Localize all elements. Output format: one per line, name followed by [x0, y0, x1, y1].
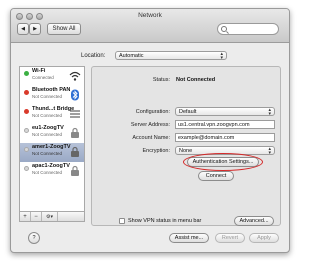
vpn-lock-icon — [71, 127, 79, 138]
popup-arrows-icon: ▴ ▾ — [268, 107, 271, 117]
service-detail-panel: Status: Not Connected Configuration: Def… — [91, 66, 281, 226]
location-label: Location: — [81, 53, 106, 59]
chevron-left-icon: ◀ — [21, 26, 25, 32]
assist-me-button[interactable]: Assist me... — [169, 233, 209, 243]
service-status: Not Connected — [32, 132, 63, 137]
chevron-right-icon: ▶ — [33, 26, 37, 32]
server-address-value: us1.central.vpn.zoogvpn.com — [178, 121, 250, 128]
account-name-field[interactable]: example@domain.com — [175, 133, 275, 142]
popup-arrows-icon: ▴ ▾ — [268, 146, 271, 156]
connect-button[interactable]: Connect — [198, 171, 234, 181]
status-dot — [24, 128, 29, 133]
highlight-ellipse — [183, 153, 263, 171]
service-item-apac1-zoogtv[interactable]: apac1-ZoogTV Not Connected — [20, 162, 84, 181]
search-icon — [221, 26, 227, 32]
gear-menu-button[interactable]: ⚙▾ — [42, 212, 58, 221]
help-button[interactable]: ? — [28, 232, 40, 244]
vpn-lock-icon — [71, 146, 79, 157]
location-value: Automatic — [119, 52, 144, 59]
help-icon: ? — [32, 235, 36, 241]
title-bar: Network ◀ ▶ Show All — [11, 9, 289, 43]
server-address-field[interactable]: us1.central.vpn.zoogvpn.com — [175, 120, 275, 129]
service-name: Thund...t Bridge — [32, 106, 75, 112]
status-dot — [24, 71, 29, 76]
search-input[interactable] — [217, 23, 279, 35]
service-item-thunderbolt-bridge[interactable]: Thund...t Bridge Not Connected — [20, 105, 84, 124]
service-item-eu1-zoogtv[interactable]: eu1-ZoogTV Not Connected — [20, 124, 84, 143]
network-window: Network ◀ ▶ Show All Location: Automatic… — [10, 8, 290, 253]
status-dot — [24, 109, 29, 114]
status-dot — [24, 147, 29, 152]
account-name-label: Account Name: — [132, 135, 170, 141]
revert-button[interactable]: Revert — [215, 233, 245, 243]
encryption-label: Encryption: — [142, 148, 170, 154]
status-dot — [24, 166, 29, 171]
location-popup[interactable]: Automatic ▴ ▾ — [115, 51, 227, 61]
vpn-lock-icon — [71, 165, 79, 176]
service-name: Bluetooth PAN — [32, 87, 71, 93]
service-status: Not Connected — [32, 94, 63, 99]
service-list-toolbar: + − ⚙▾ — [19, 212, 85, 222]
configuration-value: Default — [179, 108, 197, 115]
service-name: amer1-ZoogTV — [32, 144, 71, 150]
back-button[interactable]: ◀ — [17, 23, 29, 35]
configuration-popup[interactable]: Default ▴ ▾ — [175, 107, 275, 117]
service-status: Not Connected — [32, 170, 63, 175]
service-item-bluetooth[interactable]: Bluetooth PAN Not Connected — [20, 86, 84, 105]
add-service-button[interactable]: + — [20, 212, 31, 221]
encryption-value: None — [179, 147, 193, 154]
forward-button[interactable]: ▶ — [29, 23, 41, 35]
apply-button[interactable]: Apply — [249, 233, 279, 243]
service-name: Wi-Fi — [32, 68, 46, 74]
show-all-button[interactable]: Show All — [47, 23, 81, 35]
service-list[interactable]: Wi-Fi Connected Bluetooth PAN Not Connec… — [19, 66, 85, 212]
status-value: Not Connected — [176, 77, 216, 83]
window-title: Network — [138, 12, 162, 19]
service-item-wifi[interactable]: Wi-Fi Connected — [20, 67, 84, 86]
advanced-button[interactable]: Advanced... — [234, 216, 274, 226]
status-label: Status: — [152, 77, 170, 83]
popup-arrows-icon: ▴ ▾ — [220, 51, 223, 61]
server-address-label: Server Address: — [130, 122, 170, 128]
remove-service-button[interactable]: − — [31, 212, 42, 221]
service-name: apac1-ZoogTV — [32, 163, 70, 169]
service-status: Not Connected — [32, 113, 63, 118]
show-vpn-status-label: Show VPN status in menu bar — [128, 218, 202, 224]
configuration-label: Configuration: — [135, 109, 170, 115]
bluetooth-icon — [71, 89, 79, 101]
wifi-icon — [69, 71, 81, 81]
show-vpn-status-checkbox[interactable] — [119, 218, 125, 224]
service-item-amer1-zoogtv[interactable]: amer1-ZoogTV Not Connected — [20, 143, 84, 162]
bridge-icon — [70, 110, 80, 118]
service-name: eu1-ZoogTV — [32, 125, 64, 131]
account-name-value: example@domain.com — [178, 134, 235, 141]
service-status: Not Connected — [32, 151, 63, 156]
service-status: Connected — [32, 75, 54, 80]
status-dot — [24, 90, 29, 95]
